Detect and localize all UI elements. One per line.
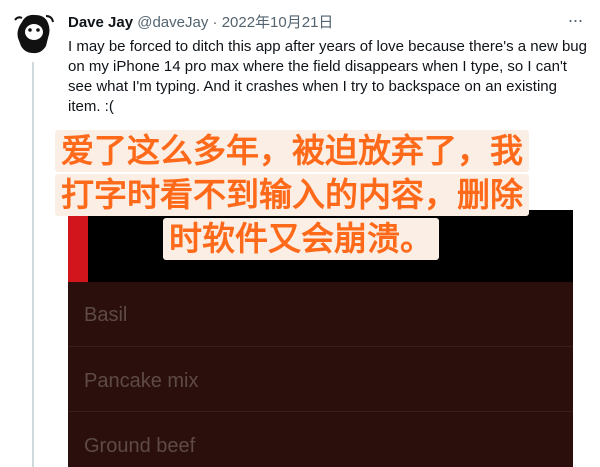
thread-line [32,62,34,467]
caption-line-3: 时软件又会崩溃。 [163,218,439,260]
avatar[interactable] [8,8,58,58]
author-handle[interactable]: @daveJay [137,14,208,31]
list-item: Pancake mix [84,370,199,392]
caption-line-1: 爱了这么多年，被迫放弃了，我 [55,130,529,172]
caption-line-2: 打字时看不到输入的内容，删除 [55,174,529,216]
app-item-list: Basil Pancake mix Ground beef [68,282,573,467]
tweet-card: Dave Jay @daveJay · 2022年10月21日 ··· I ma… [0,0,600,467]
list-item: Basil [84,304,128,326]
avatar-image [8,8,58,58]
list-divider [68,411,573,412]
tweet-text: I may be forced to ditch this app after … [68,38,587,115]
list-item: Ground beef [84,435,196,457]
tweet-header: Dave Jay @daveJay · 2022年10月21日 [68,13,560,35]
list-divider [68,346,573,347]
separator-dot: · [212,14,218,31]
tweet-date[interactable]: 2022年10月21日 [222,14,334,31]
more-options-icon[interactable]: ··· [564,11,586,32]
author-name[interactable]: Dave Jay [68,14,133,31]
translation-caption: 爱了这么多年，被迫放弃了，我 打字时看不到输入的内容，删除 时软件又会崩溃。 [55,130,585,262]
